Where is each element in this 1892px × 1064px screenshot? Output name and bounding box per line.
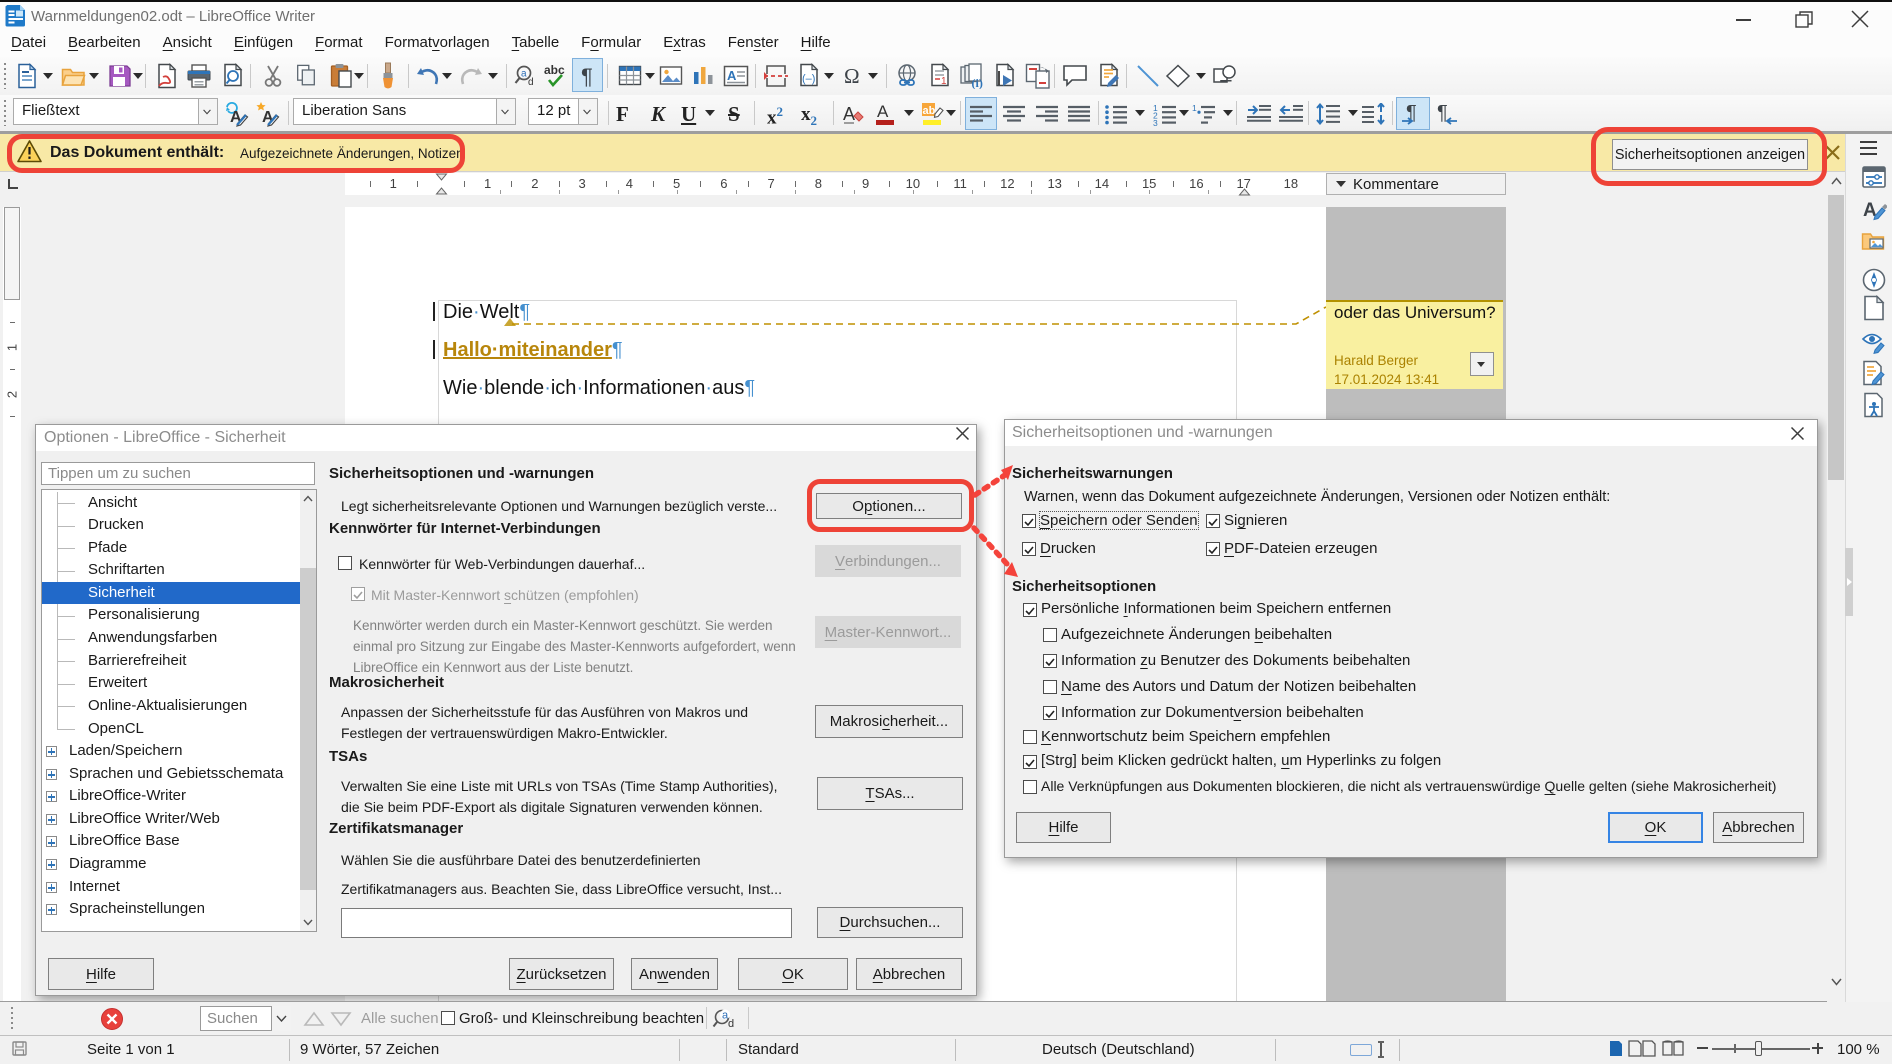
svg-text:d: d (728, 1018, 734, 1030)
svg-text:¶: ¶ (581, 64, 593, 88)
svg-text:1: 1 (1192, 103, 1197, 113)
svg-text:Ω: Ω (844, 64, 860, 88)
svg-text:1: 1 (941, 76, 947, 87)
svg-text:(–): (–) (802, 73, 815, 85)
svg-text:A: A (843, 104, 855, 124)
svg-text:a: a (521, 69, 527, 80)
svg-text:ab: ab (923, 105, 936, 117)
svg-text:3: 3 (1153, 118, 1158, 127)
svg-text:d: d (528, 77, 534, 88)
svg-text:A: A (877, 102, 889, 121)
svg-text:A: A (727, 68, 737, 83)
svg-text:(i): (i) (972, 76, 983, 89)
